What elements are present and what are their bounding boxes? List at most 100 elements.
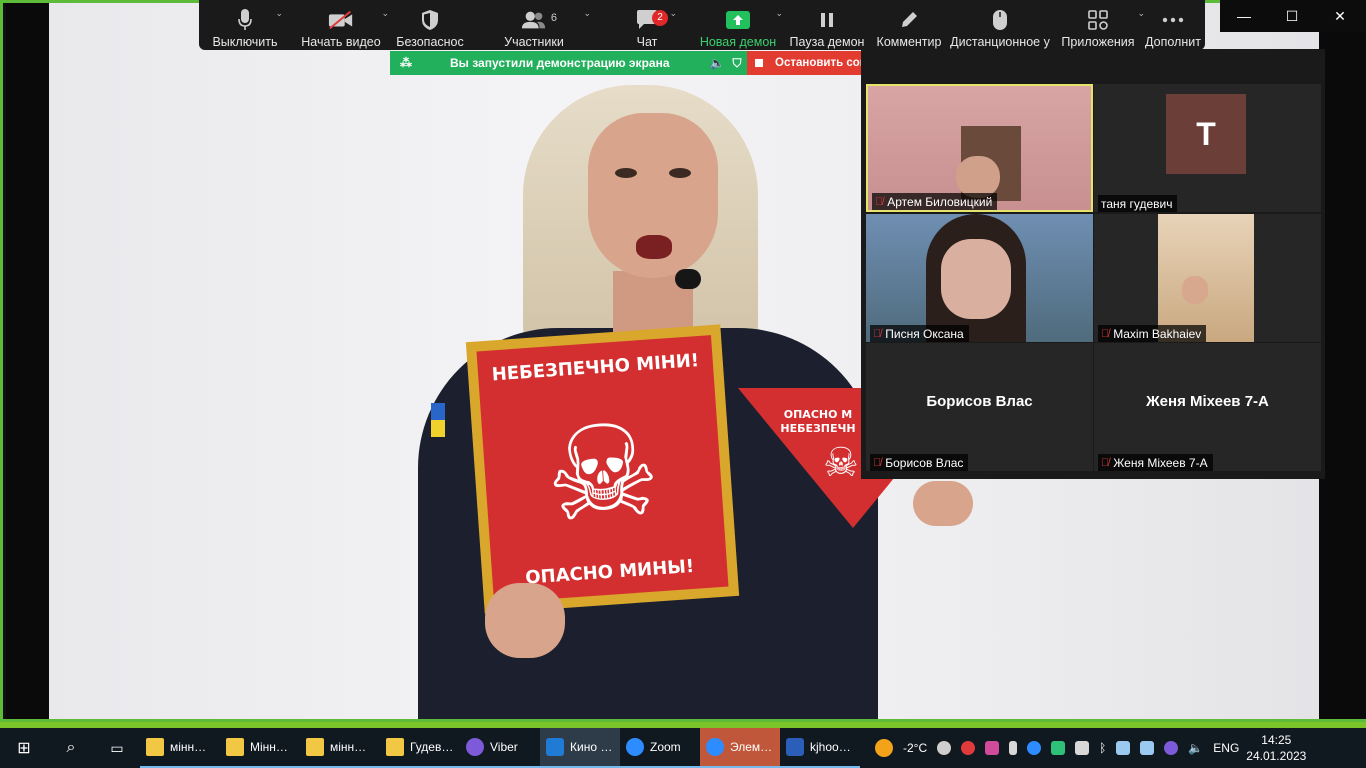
weather-icon[interactable] xyxy=(875,739,893,757)
mouse-icon xyxy=(987,7,1013,33)
start-video-button[interactable]: Начать видео ⌄ xyxy=(291,0,391,50)
more-dots-icon xyxy=(1160,7,1186,33)
task-view-icon: ▭ xyxy=(110,739,124,756)
participant-tile-tanya[interactable]: T таня гудевич xyxy=(1094,84,1321,212)
participant-name: Женя Міхеев 7-А xyxy=(1113,455,1208,470)
apps-label: Приложения xyxy=(1061,35,1135,49)
participant-name: Артем Биловицкий xyxy=(887,194,993,209)
speaker-icon[interactable]: 🔈 xyxy=(710,56,725,70)
taskbar-app-label: Элем… xyxy=(730,740,773,754)
maximize-icon: ☐ xyxy=(1285,7,1299,24)
headset-mic xyxy=(675,269,701,289)
network-icon[interactable] xyxy=(1140,741,1155,755)
chat-button[interactable]: 2 Чат ⌄ xyxy=(599,0,695,50)
taskbar-app-label: мінн… xyxy=(330,740,367,754)
security-tray-icon[interactable] xyxy=(1075,741,1090,755)
participants-caret-icon[interactable]: ⌄ xyxy=(583,8,591,19)
participant-tile-maxim[interactable]: 🎙̸ Maxim Bakhaiev xyxy=(1094,214,1321,342)
taskbar-app-zoom[interactable]: Zoom xyxy=(620,728,700,768)
drag-handle-icon[interactable]: ⁂ xyxy=(400,56,412,70)
more-button[interactable]: Дополнит xyxy=(1141,0,1205,50)
zoom-screen: ОПАСНО М НЕБЕЗПЕЧН ☠ НЕБЕЗПЕЧНО МІНИ! ☠ … xyxy=(0,0,1366,768)
maximize-button[interactable]: ☐ xyxy=(1268,0,1316,32)
triangle-skull-icon: ☠ xyxy=(823,441,859,485)
mute-options-caret-icon[interactable]: ⌄ xyxy=(275,8,283,19)
taskbar-app-label: Zoom xyxy=(650,740,681,754)
notification-badge-icon[interactable] xyxy=(961,741,976,755)
display-icon[interactable] xyxy=(1116,741,1131,755)
minimize-button[interactable]: — xyxy=(1220,0,1268,32)
security-button[interactable]: Безопаснос xyxy=(391,0,469,50)
participant-tile-zhenya[interactable]: Женя Міхеев 7-А 🎙̸ Женя Міхеев 7-А xyxy=(1094,343,1321,471)
chat-label: Чат xyxy=(636,35,658,49)
taskbar-app-label: kjhoo… xyxy=(810,740,851,754)
windows-taskbar: ⊞ ⌕ ▭ мінн… Мінн… мінн… Гудев… Viber Кин… xyxy=(0,728,1366,768)
mute-label: Выключить xyxy=(212,35,278,49)
chat-caret-icon[interactable]: ⌄ xyxy=(669,8,677,19)
clock[interactable]: 14:25 24.01.2023 xyxy=(1244,732,1308,764)
volume-icon[interactable]: 🔈 xyxy=(1188,741,1203,755)
taskbar-app-explorer-1[interactable]: мінн… xyxy=(140,728,220,768)
clock-date: 24.01.2023 xyxy=(1246,749,1307,763)
tray-app-icon[interactable] xyxy=(985,741,1000,755)
taskbar-app-kino[interactable]: Кино … xyxy=(540,728,620,768)
muted-mic-icon: 🎙̸ xyxy=(875,195,884,208)
participant-tile-oksana[interactable]: 🎙̸ Писня Оксана xyxy=(866,214,1093,342)
presenter-hand-left xyxy=(485,583,565,658)
shield-icon xyxy=(417,7,443,33)
participant-name: Борисов Влас xyxy=(885,455,964,470)
zoom-tray-icon[interactable] xyxy=(1027,741,1042,755)
search-icon: ⌕ xyxy=(66,739,76,756)
new-share-button[interactable]: Новая демон ⌄ xyxy=(695,0,783,50)
taskbar-app-viber[interactable]: Viber xyxy=(460,728,540,768)
system-tray: -2°C ᛒ 🔈 ENG 14:25 24.01.2023 xyxy=(870,732,1308,764)
microphone-icon[interactable] xyxy=(1009,741,1018,755)
participant-name: Maxim Bakhaiev xyxy=(1113,326,1202,341)
video-options-caret-icon[interactable]: ⌄ xyxy=(381,8,389,19)
search-button[interactable]: ⌕ xyxy=(48,728,94,768)
remote-control-button[interactable]: Дистанционное у xyxy=(945,0,1055,50)
share-status[interactable]: ⁂ Вы запустили демонстрацию экрана 🔈 ⛉ xyxy=(390,51,747,75)
start-button[interactable]: ⊞ xyxy=(0,728,48,768)
participant-tile-borisov[interactable]: Борисов Влас 🎙̸ Борисов Влас xyxy=(866,343,1093,471)
security-label: Безопаснос xyxy=(396,35,464,49)
tray-app-icon[interactable] xyxy=(1051,741,1066,755)
apps-button[interactable]: Приложения ⌄ xyxy=(1055,0,1145,50)
participant-tile-artem[interactable]: 🎙̸ Артем Биловицкий xyxy=(866,84,1093,212)
meeting-toolbar: Выключить ⌄ Начать видео ⌄ Безопаснос 6 … xyxy=(199,0,1205,50)
taskbar-app-label: Кино … xyxy=(570,740,613,754)
bluetooth-icon[interactable]: ᛒ xyxy=(1099,741,1106,755)
stop-square-icon xyxy=(755,59,763,67)
tray-app-icon[interactable] xyxy=(937,741,952,755)
mute-button[interactable]: Выключить ⌄ xyxy=(199,0,291,50)
task-view-button[interactable]: ▭ xyxy=(94,728,140,768)
participants-button[interactable]: 6 Участники ⌄ xyxy=(469,0,599,50)
share-status-text: Вы запустили демонстрацию экрана xyxy=(450,56,670,70)
taskbar-app-explorer-3[interactable]: мінн… xyxy=(300,728,380,768)
taskbar-app-explorer-2[interactable]: Мінн… xyxy=(220,728,300,768)
taskbar-app-label: Viber xyxy=(490,740,518,754)
minimize-icon: — xyxy=(1237,8,1251,24)
participant-display-name: Женя Міхеев 7-А xyxy=(1146,393,1269,410)
language-indicator[interactable]: ENG xyxy=(1213,741,1239,755)
taskbar-app-explorer-4[interactable]: Гудев… xyxy=(380,728,460,768)
taskbar-app-zoom-elements[interactable]: Элем… xyxy=(700,728,780,768)
chat-icon: 2 xyxy=(634,7,668,33)
taskbar-app-word[interactable]: kjhoo… xyxy=(780,728,860,768)
viber-tray-icon[interactable] xyxy=(1164,741,1179,755)
participant-face xyxy=(1182,276,1208,304)
close-button[interactable]: ✕ xyxy=(1316,0,1364,32)
viber-icon xyxy=(466,738,484,756)
participants-count: 6 xyxy=(550,12,557,24)
share-screen-icon xyxy=(725,7,751,33)
new-share-label: Новая демон xyxy=(699,35,777,49)
close-icon: ✕ xyxy=(1334,7,1346,24)
taskbar-app-label: Гудев… xyxy=(410,740,454,754)
folder-icon xyxy=(306,738,324,756)
annotate-button[interactable]: Комментир xyxy=(873,0,945,50)
presenter-eye-left xyxy=(615,168,637,178)
pause-share-button[interactable]: Пауза демон xyxy=(781,0,873,50)
shield-check-icon[interactable]: ⛉ xyxy=(732,56,741,71)
weather-temp[interactable]: -2°C xyxy=(903,741,927,755)
participant-name-tag: 🎙̸ Писня Оксана xyxy=(870,325,969,342)
